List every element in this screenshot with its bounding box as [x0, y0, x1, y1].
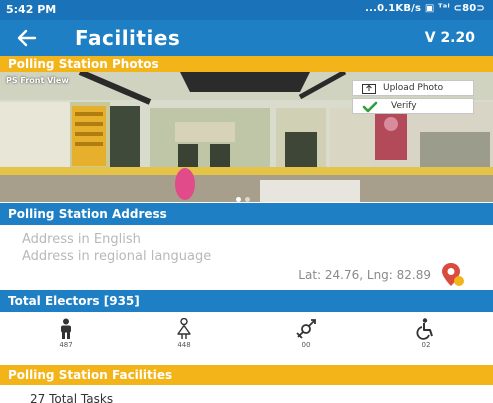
photos-section-title: Polling Station Photos	[8, 57, 159, 71]
map-pin-button[interactable]	[441, 262, 465, 292]
elector-pwd: 02	[406, 318, 446, 349]
elector-female: 448	[164, 318, 204, 349]
app-bar: Facilities V 2.20	[0, 20, 493, 56]
address-regional: Address in regional language	[22, 249, 212, 264]
status-indicators: ...0.1KB/s ▣ ᵀᵃˡ ⊂80⊃	[365, 3, 485, 14]
status-bar: 5:42 PM ...0.1KB/s ▣ ᵀᵃˡ ⊂80⊃	[0, 0, 493, 20]
upload-photo-button[interactable]: Upload Photo	[352, 80, 474, 96]
map-pin-icon	[442, 263, 464, 286]
address-section-title: Polling Station Address	[8, 207, 167, 221]
facilities-section-header: Polling Station Facilities	[0, 365, 493, 385]
wheelchair-icon	[416, 318, 433, 340]
verify-label: Verify	[391, 101, 417, 111]
photo-caption: PS Front View	[6, 76, 69, 85]
electors-breakdown: 487 448 00 02	[0, 312, 493, 360]
back-button[interactable]	[12, 24, 42, 52]
elector-count: 448	[177, 341, 191, 349]
status-time: 5:42 PM	[6, 3, 57, 16]
female-icon	[177, 318, 191, 339]
elector-third-gender: 00	[286, 318, 326, 349]
address-english: Address in English	[22, 232, 141, 247]
checkmark-icon	[362, 101, 378, 113]
total-tasks: 27 Total Tasks	[30, 392, 114, 403]
elector-count: 487	[59, 341, 73, 349]
page-title: Facilities	[75, 26, 181, 50]
carousel-dot[interactable]	[245, 197, 250, 202]
app-version: V 2.20	[424, 30, 475, 46]
photos-section-header: Polling Station Photos	[0, 56, 493, 72]
electors-section-header: Total Electors [935]	[0, 290, 493, 312]
arrow-left-icon	[17, 29, 37, 47]
photo-carousel[interactable]: PS Front View Upload Photo Verify	[0, 72, 493, 202]
third-gender-icon	[296, 319, 316, 339]
upload-photo-label: Upload Photo	[383, 83, 444, 93]
facilities-section-title: Polling Station Facilities	[8, 368, 173, 382]
elector-count: 02	[421, 341, 431, 349]
address-block: Address in English Address in regional l…	[22, 231, 211, 265]
lat-lng-readout: Lat: 24.76, Lng: 82.89	[298, 268, 431, 282]
upload-icon	[362, 84, 376, 94]
electors-section-title: Total Electors [935]	[8, 294, 140, 308]
address-section-header: Polling Station Address	[0, 203, 493, 225]
carousel-dot[interactable]	[236, 197, 241, 202]
carousel-dots[interactable]	[236, 187, 254, 202]
elector-count: 00	[301, 341, 311, 349]
elector-male: 487	[46, 318, 86, 349]
male-icon	[61, 318, 71, 339]
verify-button[interactable]: Verify	[352, 98, 474, 114]
